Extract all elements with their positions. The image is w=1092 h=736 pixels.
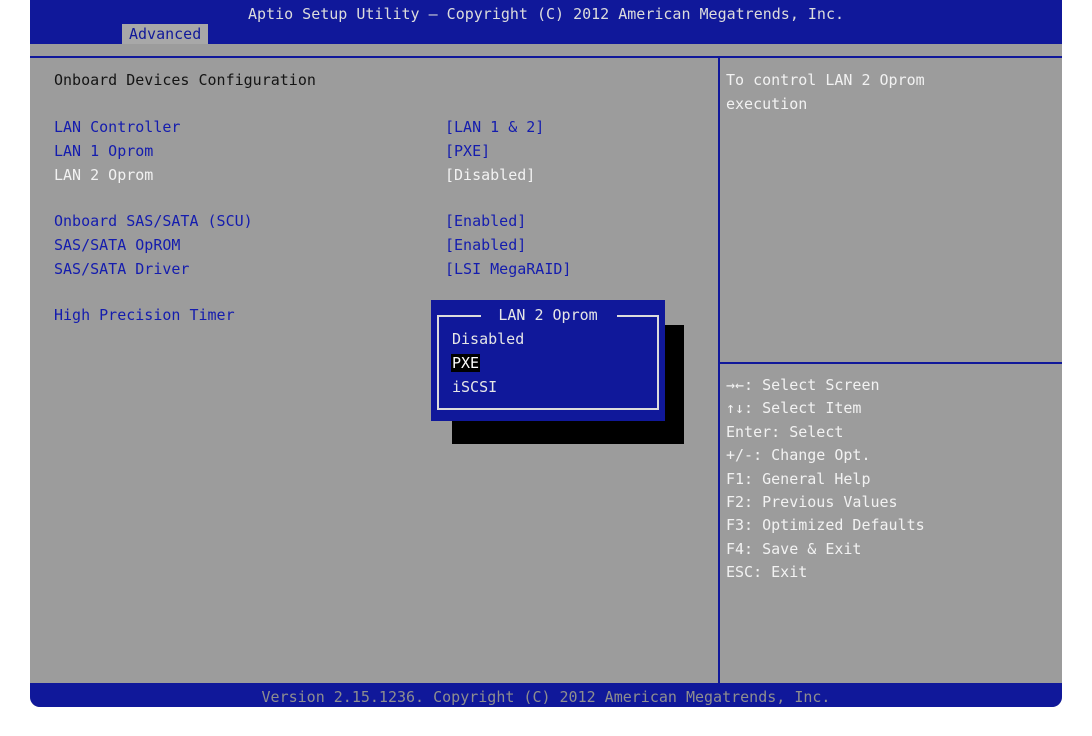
bios-screen: Aptio Setup Utility – Copyright (C) 2012… xyxy=(30,0,1062,707)
setting-lan-controller-value[interactable]: [LAN 1 & 2] xyxy=(445,118,544,136)
key-select-screen: →←: Select Screen xyxy=(726,376,880,394)
app-title: Aptio Setup Utility – Copyright (C) 2012… xyxy=(247,5,845,23)
setting-sas-sata-oprom-value[interactable]: [Enabled] xyxy=(445,236,526,254)
popup-option-iscsi[interactable]: iSCSI xyxy=(451,378,498,396)
lan2-oprom-popup: LAN 2 Oprom Disabled PXE iSCSI xyxy=(431,300,665,421)
popup-option-pxe[interactable]: PXE xyxy=(451,354,481,372)
key-esc-exit: ESC: Exit xyxy=(726,563,808,582)
setting-high-precision-timer-label[interactable]: High Precision Timer xyxy=(54,306,235,324)
popup-title: LAN 2 Oprom xyxy=(498,306,598,324)
help-text-line-2: execution xyxy=(726,95,808,113)
help-text-line-1: To control LAN 2 Oprom xyxy=(726,71,925,89)
setting-onboard-sas-sata-value[interactable]: [Enabled] xyxy=(445,212,526,230)
key-enter-select: Enter: Select xyxy=(726,422,844,441)
header-bar: Aptio Setup Utility – Copyright (C) 2012… xyxy=(30,0,1062,44)
key-previous-values: F2: Previous Values xyxy=(726,492,898,511)
key-legend: →←: Select Screen ↑↓: Select Item Enter:… xyxy=(726,374,925,585)
section-title: Onboard Devices Configuration xyxy=(54,71,316,89)
tab-advanced[interactable]: Advanced xyxy=(122,24,209,44)
setting-onboard-sas-sata-label[interactable]: Onboard SAS/SATA (SCU) xyxy=(54,212,253,230)
key-select-item: ↑↓: Select Item xyxy=(726,399,862,418)
top-divider xyxy=(30,56,1062,58)
popup-option-disabled[interactable]: Disabled xyxy=(451,330,525,348)
key-save-exit: F4: Save & Exit xyxy=(726,539,862,558)
key-change-opt: +/-: Change Opt. xyxy=(726,446,871,465)
key-general-help: F1: General Help xyxy=(726,469,871,488)
setting-lan1-oprom-value[interactable]: [PXE] xyxy=(445,142,490,160)
setting-lan2-oprom-value[interactable]: [Disabled] xyxy=(445,166,535,184)
help-divider xyxy=(720,362,1062,364)
setting-sas-sata-oprom-label[interactable]: SAS/SATA OpROM xyxy=(54,236,180,254)
setting-sas-sata-driver-value[interactable]: [LSI MegaRAID] xyxy=(445,260,571,278)
panel-divider xyxy=(718,56,720,690)
setting-lan2-oprom-label[interactable]: LAN 2 Oprom xyxy=(54,166,153,184)
setting-sas-sata-driver-label[interactable]: SAS/SATA Driver xyxy=(54,260,189,278)
setting-lan-controller-label[interactable]: LAN Controller xyxy=(54,118,180,136)
footer-bar: Version 2.15.1236. Copyright (C) 2012 Am… xyxy=(30,683,1062,707)
setting-lan1-oprom-label[interactable]: LAN 1 Oprom xyxy=(54,142,153,160)
key-optimized-defaults: F3: Optimized Defaults xyxy=(726,516,925,535)
